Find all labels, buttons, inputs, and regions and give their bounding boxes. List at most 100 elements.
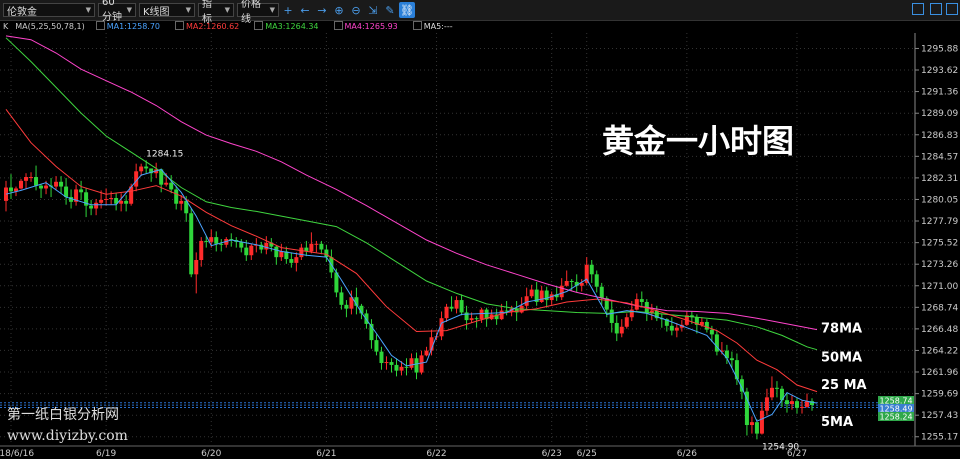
ma78-line bbox=[5, 35, 818, 331]
y-tick-label: 1266.48 bbox=[921, 325, 958, 335]
candle-body bbox=[54, 181, 59, 187]
candle-body bbox=[379, 351, 384, 364]
ma-annotation-label: 25 MA bbox=[821, 378, 867, 393]
candle-body bbox=[759, 410, 764, 434]
candle-body bbox=[239, 241, 244, 248]
candle-body bbox=[414, 358, 419, 373]
candle-body bbox=[794, 401, 799, 408]
candle-body bbox=[44, 185, 49, 189]
candle-body bbox=[539, 290, 544, 302]
y-tick-label: 1255.17 bbox=[921, 433, 958, 443]
watermark-title: 第一纸白银分析网 bbox=[7, 407, 119, 423]
x-tick-label: 6/21 bbox=[316, 449, 336, 459]
y-tick-label: 1282.31 bbox=[921, 174, 958, 184]
candle-body bbox=[189, 213, 194, 275]
candle-body bbox=[569, 280, 574, 282]
candle-body bbox=[19, 180, 24, 189]
candlestick-chart[interactable]: 1295.88 1293.62 1291.36 1289.09 1286.83 1284.… bbox=[0, 0, 960, 459]
price-badge-label: 1258.24 bbox=[879, 413, 912, 422]
candle-body bbox=[459, 300, 464, 313]
candle-body bbox=[389, 362, 394, 365]
ma-annotation-label: 50MA bbox=[821, 350, 862, 365]
candle-body bbox=[419, 355, 424, 373]
watermark-url: www.diyizby.com bbox=[7, 428, 128, 444]
candle-body bbox=[34, 177, 39, 186]
candle-body bbox=[39, 185, 44, 189]
x-tick-label: 6/26 bbox=[677, 449, 697, 459]
candle-body bbox=[119, 200, 124, 204]
y-tick-label: 1259.69 bbox=[921, 390, 958, 400]
candle-body bbox=[394, 364, 399, 371]
candle-body bbox=[674, 327, 679, 331]
candle-body bbox=[599, 286, 604, 299]
y-tick-label: 1280.05 bbox=[921, 195, 958, 205]
candle-body bbox=[199, 240, 204, 261]
candle-body bbox=[399, 366, 404, 371]
candle-body bbox=[729, 358, 734, 361]
candle-body bbox=[749, 422, 754, 426]
candle-body bbox=[209, 237, 214, 242]
y-tick-label: 1295.88 bbox=[921, 44, 958, 54]
candle-body bbox=[249, 245, 254, 256]
ma-annotation-label: 78MA bbox=[821, 322, 862, 337]
candle-body bbox=[244, 247, 249, 256]
y-tick-label: 1275.52 bbox=[921, 239, 958, 249]
candle-body bbox=[99, 199, 104, 203]
candle-body bbox=[279, 251, 284, 258]
candle-body bbox=[204, 240, 209, 242]
candle-body bbox=[769, 387, 774, 398]
candle-body bbox=[564, 280, 569, 286]
candle-body bbox=[339, 292, 344, 305]
candle-body bbox=[344, 304, 349, 309]
candle-body bbox=[754, 422, 759, 434]
candle-body bbox=[474, 318, 479, 320]
candle-body bbox=[324, 249, 329, 258]
x-tick-label: 6/23 bbox=[542, 449, 562, 459]
candle-body bbox=[594, 274, 599, 287]
candle-body bbox=[214, 237, 219, 244]
candle-body bbox=[499, 310, 504, 320]
candle-body bbox=[479, 309, 484, 320]
candle-body bbox=[169, 182, 174, 190]
candle-body bbox=[164, 182, 169, 185]
candle-body bbox=[469, 318, 474, 321]
candle-body bbox=[384, 362, 389, 364]
candle-body bbox=[409, 358, 414, 368]
candle-body bbox=[424, 350, 429, 356]
price-annotation: 1254.90 bbox=[762, 442, 799, 452]
candle-body bbox=[89, 205, 94, 209]
candle-body bbox=[789, 401, 794, 405]
x-tick-label: 6/20 bbox=[201, 449, 221, 459]
candle-body bbox=[109, 198, 114, 200]
y-tick-label: 1257.43 bbox=[921, 411, 958, 421]
candle-body bbox=[774, 387, 779, 389]
candle-body bbox=[669, 325, 674, 331]
candle-body bbox=[804, 401, 809, 407]
y-tick-label: 1291.36 bbox=[921, 88, 958, 98]
candle-body bbox=[709, 329, 714, 335]
candle-body bbox=[274, 246, 279, 258]
candle-body bbox=[704, 322, 709, 330]
candle-body bbox=[79, 189, 84, 193]
candle-body bbox=[404, 366, 409, 368]
y-tick-label: 1261.96 bbox=[921, 368, 958, 378]
candle-body bbox=[374, 340, 379, 352]
candle-body bbox=[294, 257, 299, 263]
candle-body bbox=[264, 242, 269, 250]
candle-body bbox=[784, 400, 789, 405]
y-tick-label: 1273.26 bbox=[921, 260, 958, 270]
candle-body bbox=[734, 360, 739, 380]
price-annotation: 1284.15 bbox=[146, 149, 183, 159]
candle-body bbox=[524, 296, 529, 306]
candle-body bbox=[454, 300, 459, 309]
candle-body bbox=[619, 326, 624, 334]
candle-body bbox=[144, 166, 149, 169]
candle-body bbox=[589, 264, 594, 275]
x-tick-label: 6/25 bbox=[577, 449, 597, 459]
candle-body bbox=[529, 289, 534, 297]
candle-body bbox=[314, 243, 319, 245]
x-tick-label: 6/19 bbox=[96, 449, 116, 459]
y-tick-label: 1289.09 bbox=[921, 109, 958, 119]
candle-body bbox=[59, 181, 64, 187]
candle-body bbox=[219, 243, 224, 245]
